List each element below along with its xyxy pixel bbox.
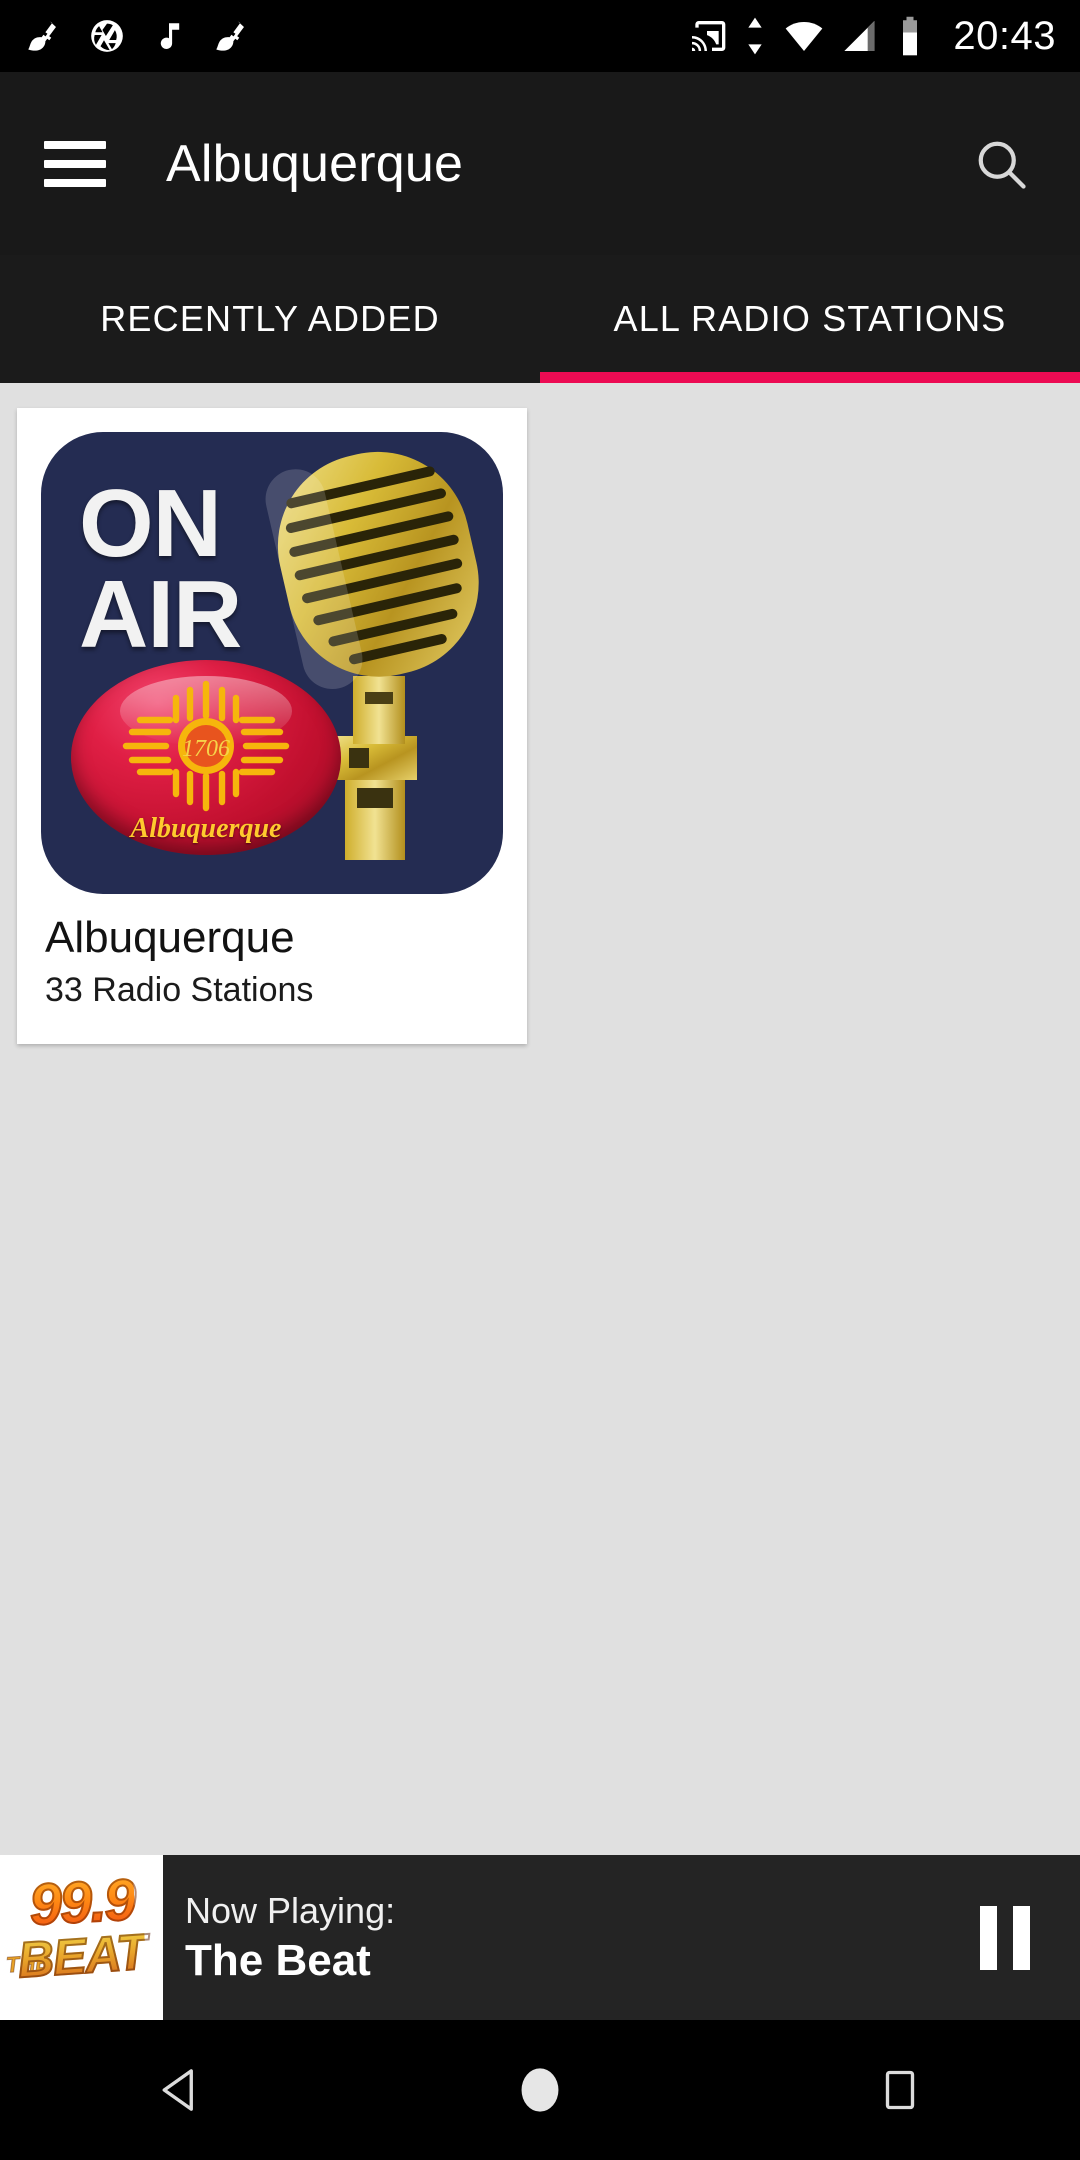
android-navigation-bar — [0, 2020, 1080, 2160]
badge-city-label: Albuquerque — [130, 813, 282, 844]
badge-year: 1706 — [182, 736, 230, 762]
back-button[interactable] — [90, 2020, 270, 2160]
city-card-subtitle: 33 Radio Stations — [45, 971, 314, 1009]
camera-aperture-icon — [91, 20, 123, 52]
on-air-line2: AIR — [79, 561, 242, 669]
hamburger-menu-icon[interactable] — [44, 140, 106, 187]
station-logo-name: BEAT — [15, 1923, 149, 1990]
now-playing-text: Now Playing: The Beat — [163, 1855, 930, 2020]
cellular-signal-icon — [844, 21, 875, 51]
broom-icon — [216, 21, 244, 51]
wifi-icon — [786, 22, 823, 51]
app-root: 20:43 Albuquerque RECENTLY ADDED ALL RAD… — [0, 0, 1080, 2160]
status-bar-right-icons: 20:43 — [687, 14, 1056, 59]
home-circle-icon — [521, 2068, 559, 2112]
app-bar: Albuquerque — [0, 72, 1080, 255]
search-icon[interactable] — [968, 131, 1034, 197]
now-playing-bar: 99.9 THE BEAT Now Playing: The Beat — [0, 1855, 1080, 2020]
city-card[interactable]: ON AIR 1706 Albuquerque Albuquerque 33 R… — [17, 408, 527, 1044]
tab-recently-added[interactable]: RECENTLY ADDED — [0, 255, 540, 383]
now-playing-station: The Beat — [185, 1935, 371, 1985]
city-card-body: Albuquerque 33 Radio Stations — [17, 904, 527, 1044]
tab-recently-added-label: RECENTLY ADDED — [100, 298, 440, 339]
battery-icon — [903, 16, 918, 56]
zia-sun-icon: 1706 — [122, 680, 290, 811]
status-bar-clock: 20:43 — [953, 13, 1056, 58]
on-air-artwork: ON AIR 1706 Albuquerque — [41, 432, 503, 894]
pause-button[interactable] — [930, 1855, 1080, 2020]
broom-icon — [28, 21, 56, 51]
albuquerque-badge: 1706 Albuquerque — [71, 660, 341, 855]
city-card-title: Albuquerque — [45, 913, 295, 962]
page-title: Albuquerque — [166, 134, 464, 193]
cast-icon — [692, 21, 726, 51]
station-grid: ON AIR 1706 Albuquerque Albuquerque 33 R… — [0, 383, 1080, 1855]
sync-arrows-icon — [748, 17, 763, 55]
back-triangle-icon — [162, 2069, 193, 2111]
tab-all-radio-stations-label: ALL RADIO STATIONS — [613, 298, 1007, 339]
pause-icon — [980, 1905, 1030, 1970]
now-playing-label: Now Playing: — [185, 1889, 396, 1931]
music-note-icon — [160, 23, 180, 49]
home-button[interactable] — [450, 2020, 630, 2160]
recents-square-icon — [885, 2070, 915, 2110]
station-artwork[interactable]: 99.9 THE BEAT — [0, 1855, 163, 2020]
tab-all-radio-stations[interactable]: ALL RADIO STATIONS — [540, 255, 1080, 383]
city-card-thumbnail-wrap: ON AIR 1706 Albuquerque — [17, 408, 527, 904]
recents-button[interactable] — [810, 2020, 990, 2160]
on-air-headline: ON AIR — [79, 476, 242, 669]
status-bar: 20:43 — [0, 0, 1080, 72]
status-bar-left-icons — [24, 17, 250, 55]
tab-bar: RECENTLY ADDED ALL RADIO STATIONS — [0, 255, 1080, 383]
